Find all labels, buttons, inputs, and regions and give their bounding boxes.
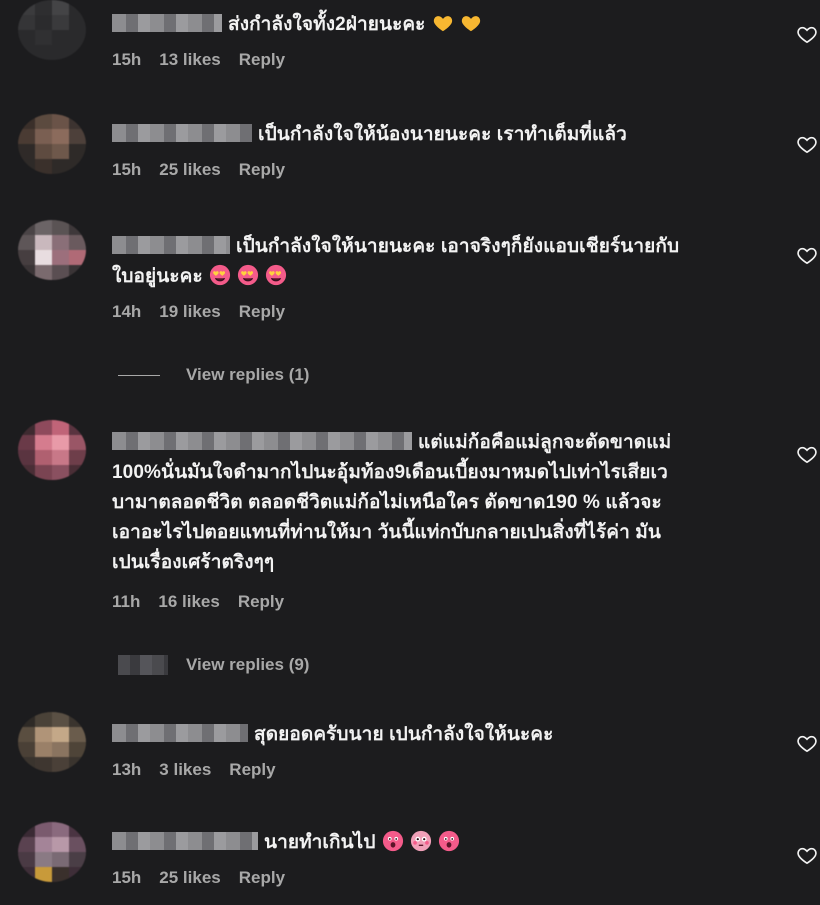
- username[interactable]: [112, 431, 412, 450]
- yellow-heart-icon: [432, 12, 454, 34]
- comment-time: 11h: [112, 592, 141, 611]
- reply-button[interactable]: Reply: [238, 592, 284, 611]
- reply-button[interactable]: Reply: [239, 868, 285, 887]
- heart-outline-icon[interactable]: [796, 444, 818, 464]
- likes-count[interactable]: 3 likes: [159, 760, 211, 779]
- username[interactable]: [112, 13, 222, 32]
- username[interactable]: [112, 831, 258, 850]
- comment-text: เป็นกำลังใจให้น้องนายนะคะ เราทำเต็มที่แล…: [258, 124, 627, 145]
- comment-time: 13h: [112, 760, 142, 779]
- astonished-face-icon: [438, 830, 460, 852]
- heart-outline-icon[interactable]: [796, 845, 818, 865]
- avatar[interactable]: [18, 114, 86, 174]
- comment-text: ส่งกำลังใจทั้ง2ฝ่ายนะคะ: [228, 14, 426, 35]
- view-replies-button[interactable]: View replies (1): [118, 365, 309, 385]
- heart-eyes-face-icon: [209, 264, 231, 286]
- username[interactable]: [112, 723, 248, 742]
- likes-count[interactable]: 19 likes: [159, 302, 220, 321]
- comment-text-line: เปนเรื่องเศร้าตริงๆๆ: [112, 552, 275, 573]
- avatar[interactable]: [18, 220, 86, 280]
- likes-count[interactable]: 16 likes: [158, 592, 219, 611]
- reply-button[interactable]: Reply: [239, 302, 285, 321]
- heart-eyes-face-icon: [237, 264, 259, 286]
- comment-text-line: แต่แม่ก้อคือแม่ลูกจะตัดขาดแม่: [418, 432, 672, 453]
- username[interactable]: [112, 123, 252, 142]
- heart-outline-icon[interactable]: [796, 24, 818, 44]
- username[interactable]: [112, 235, 230, 254]
- avatar[interactable]: [18, 712, 86, 772]
- comment-time: 14h: [112, 302, 142, 321]
- view-replies-label: View replies (9): [186, 655, 310, 674]
- likes-count[interactable]: 25 likes: [159, 160, 220, 179]
- flushed-face-icon: [410, 830, 432, 852]
- comment-text: สุดยอดครับนาย เปนกำลังใจให้นะคะ: [254, 724, 554, 745]
- reply-button[interactable]: Reply: [239, 50, 285, 69]
- comment-text-line: เป็นกำลังใจให้นายนะคะ เอาจริงๆก็ยังแอบเช…: [236, 236, 680, 257]
- avatar[interactable]: [18, 420, 86, 480]
- astonished-face-icon: [382, 830, 404, 852]
- divider: [118, 374, 160, 376]
- comment-text-line: เอาอะไรไปตอยแทนที่ท่านให้มา วันนี้แท่กบั…: [112, 522, 661, 543]
- view-replies-button[interactable]: View replies (9): [118, 655, 309, 675]
- comment-time: 15h: [112, 160, 142, 179]
- avatar[interactable]: [18, 0, 86, 60]
- blurred-divider: [118, 655, 168, 675]
- heart-eyes-face-icon: [265, 264, 287, 286]
- avatar[interactable]: [18, 822, 86, 882]
- comment-time: 15h: [112, 868, 142, 887]
- yellow-heart-icon: [460, 12, 482, 34]
- reply-button[interactable]: Reply: [239, 160, 285, 179]
- comment-text-line: บามาตลอดชีวิต ตลอดชีวิตแม่ก้อไม่เหนือใคร…: [112, 492, 662, 513]
- comment-time: 15h: [112, 50, 142, 69]
- reply-button[interactable]: Reply: [229, 760, 275, 779]
- likes-count[interactable]: 25 likes: [159, 868, 220, 887]
- heart-outline-icon[interactable]: [796, 245, 818, 265]
- comment-text: นายทำเกินไป: [264, 832, 376, 853]
- view-replies-label: View replies (1): [186, 365, 310, 384]
- comment-text-line: 100%นั่นมันใจดำมากไปนะอุ้มท้อง9เดือนเบี้…: [112, 462, 668, 483]
- heart-outline-icon[interactable]: [796, 733, 818, 753]
- comment-text-line: ใบอยู่นะคะ: [112, 266, 203, 287]
- heart-outline-icon[interactable]: [796, 134, 818, 154]
- likes-count[interactable]: 13 likes: [159, 50, 220, 69]
